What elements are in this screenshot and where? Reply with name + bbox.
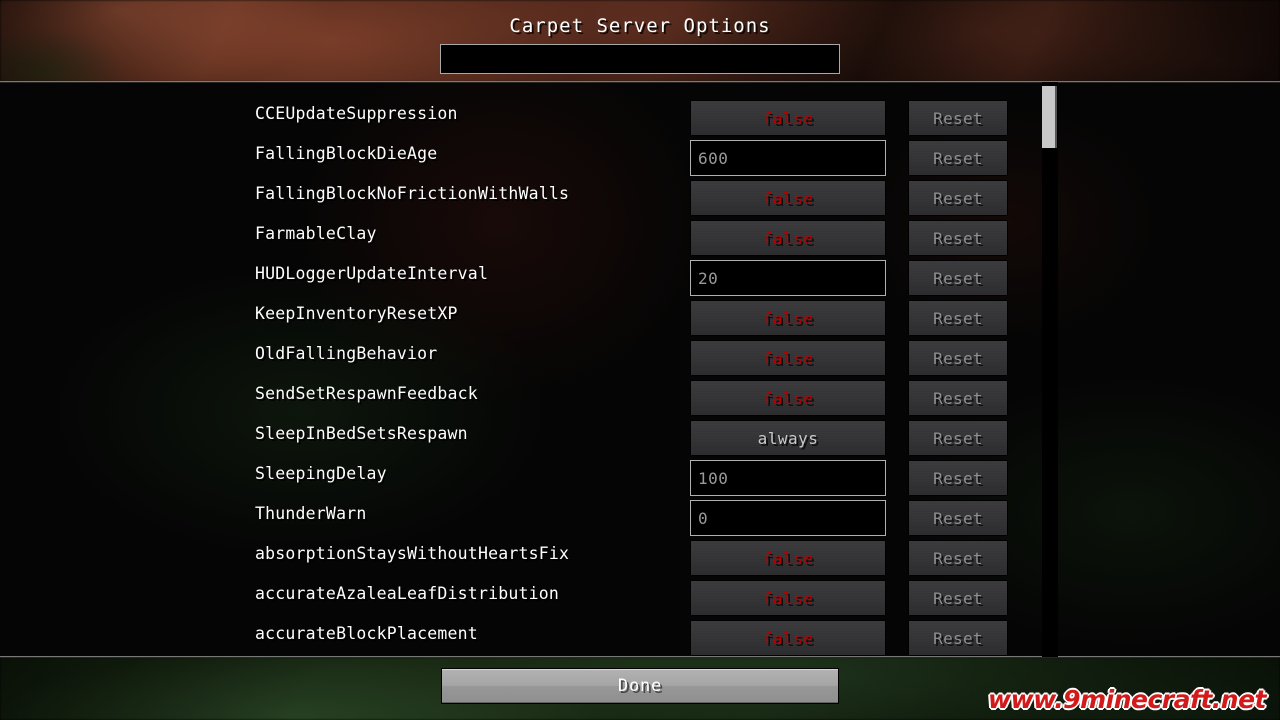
option-row: FallingBlockDieAge Reset: [0, 136, 1280, 176]
option-label: HUDLoggerUpdateInterval: [255, 264, 489, 283]
option-label: SendSetRespawnFeedback: [255, 384, 478, 403]
option-label: ThunderWarn: [255, 504, 367, 523]
option-value-input[interactable]: [690, 500, 886, 536]
option-value-button[interactable]: false: [690, 620, 886, 656]
option-value-input[interactable]: [690, 140, 886, 176]
reset-button[interactable]: Reset: [908, 420, 1008, 456]
options-list-region: CCEUpdateSuppression false Reset FallingBlo…: [0, 82, 1280, 657]
reset-button[interactable]: Reset: [908, 100, 1008, 136]
option-row: HUDLoggerUpdateInterval Reset: [0, 256, 1280, 296]
reset-button[interactable]: Reset: [908, 540, 1008, 576]
option-label: accurateBlockPlacement: [255, 624, 478, 643]
option-value-button[interactable]: false: [690, 540, 886, 576]
minecraft-options-screen: CCEUpdateSuppression false Reset FallingBlo…: [0, 0, 1280, 720]
option-row: CCEUpdateSuppression false Reset: [0, 96, 1280, 136]
divider-top: [0, 81, 1280, 83]
reset-button[interactable]: Reset: [908, 380, 1008, 416]
option-label: FallingBlockDieAge: [255, 144, 438, 163]
reset-button[interactable]: Reset: [908, 460, 1008, 496]
option-value-input[interactable]: [690, 460, 886, 496]
option-row: SleepInBedSetsRespawn always Reset: [0, 416, 1280, 456]
reset-button[interactable]: Reset: [908, 180, 1008, 216]
option-row: KeepInventoryResetXP false Reset: [0, 296, 1280, 336]
option-label: CCEUpdateSuppression: [255, 104, 458, 123]
reset-button[interactable]: Reset: [908, 300, 1008, 336]
option-value-button[interactable]: false: [690, 300, 886, 336]
reset-button[interactable]: Reset: [908, 620, 1008, 656]
option-value-button[interactable]: always: [690, 420, 886, 456]
reset-button[interactable]: Reset: [908, 580, 1008, 616]
reset-button[interactable]: Reset: [908, 260, 1008, 296]
option-value-button[interactable]: false: [690, 180, 886, 216]
reset-button[interactable]: Reset: [908, 140, 1008, 176]
option-label: SleepInBedSetsRespawn: [255, 424, 468, 443]
option-row: absorptionStaysWithoutHeartsFix false Rese…: [0, 536, 1280, 576]
option-value-button[interactable]: false: [690, 100, 886, 136]
page-title: Carpet Server Options: [509, 15, 771, 37]
option-row: OldFallingBehavior false Reset: [0, 336, 1280, 376]
option-value-button[interactable]: false: [690, 340, 886, 376]
option-value-button[interactable]: false: [690, 580, 886, 616]
done-button[interactable]: Done: [441, 668, 839, 704]
option-row: FallingBlockNoFrictionWithWalls false Rese…: [0, 176, 1280, 216]
option-row: ThunderWarn Reset: [0, 496, 1280, 536]
option-row: accurateBlockPlacement false Reset: [0, 616, 1280, 656]
reset-button[interactable]: Reset: [908, 340, 1008, 376]
option-row: accurateAzaleaLeafDistribution false Reset: [0, 576, 1280, 616]
option-row: SleepingDelay Reset: [0, 456, 1280, 496]
scrollbar-track[interactable]: [1042, 82, 1058, 657]
site-watermark: www.9minecraft.net: [988, 685, 1267, 714]
option-row: SendSetRespawnFeedback false Reset: [0, 376, 1280, 416]
option-label: OldFallingBehavior: [255, 344, 438, 363]
reset-button[interactable]: Reset: [908, 500, 1008, 536]
reset-button[interactable]: Reset: [908, 220, 1008, 256]
option-label: absorptionStaysWithoutHeartsFix: [255, 544, 570, 563]
option-value-input[interactable]: [690, 260, 886, 296]
option-label: SleepingDelay: [255, 464, 387, 483]
scrollbar-thumb[interactable]: [1042, 86, 1057, 148]
option-label: KeepInventoryResetXP: [255, 304, 458, 323]
option-value-button[interactable]: false: [690, 220, 886, 256]
option-label: FarmableClay: [255, 224, 377, 243]
option-label: accurateAzaleaLeafDistribution: [255, 584, 560, 603]
option-label: FallingBlockNoFrictionWithWalls: [255, 184, 570, 203]
divider-bottom: [0, 656, 1280, 658]
search-input[interactable]: [440, 44, 840, 74]
option-row: FarmableClay false Reset: [0, 216, 1280, 256]
option-value-button[interactable]: false: [690, 380, 886, 416]
